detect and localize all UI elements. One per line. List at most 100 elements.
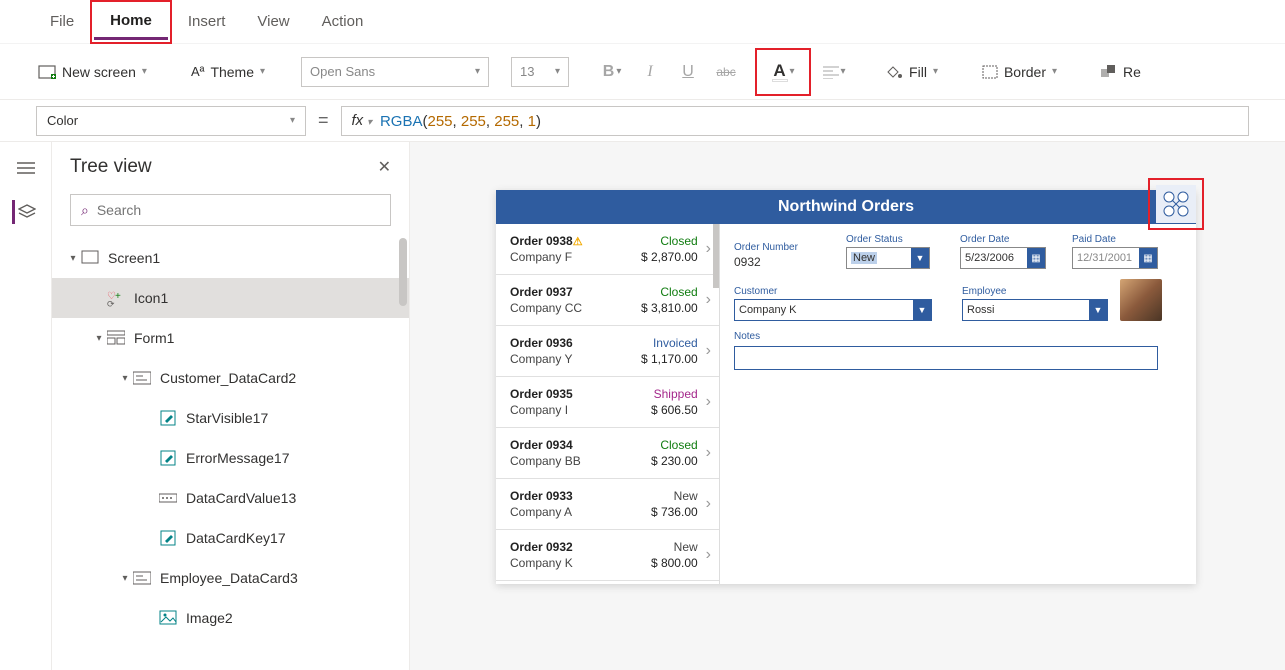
order-item[interactable]: Order 0938⚠Company FClosed$ 2,870.00› (496, 224, 719, 275)
chevron-right-icon: › (706, 546, 711, 564)
expand-icon[interactable]: ▾ (92, 333, 106, 344)
fill-button[interactable]: Fill ▾ (877, 60, 946, 84)
chevron-right-icon: › (706, 342, 711, 360)
order-company: Company BB (510, 454, 581, 468)
order-date-input[interactable]: 5/23/2006 ▦ (960, 247, 1046, 269)
tree-node-employee_datacard3[interactable]: ▾ Employee_DataCard3 (52, 558, 409, 598)
menu-insert[interactable]: Insert (172, 5, 242, 38)
strike-button[interactable]: abc (711, 57, 741, 87)
calendar-icon: ▦ (1139, 248, 1157, 268)
tree-title: Tree view (70, 156, 152, 178)
menu-view[interactable]: View (241, 5, 305, 38)
close-button[interactable]: ✕ (378, 157, 391, 177)
order-company: Company CC (510, 301, 582, 315)
border-icon (982, 65, 998, 79)
svg-text:+: + (115, 291, 121, 302)
order-item[interactable]: Order 0936Company YInvoiced$ 1,170.00› (496, 326, 719, 377)
tree-node-screen1[interactable]: ▾ Screen1 (52, 238, 409, 278)
expand-icon[interactable]: ▾ (118, 573, 132, 584)
menu-file[interactable]: File (34, 5, 90, 38)
chevron-down-icon: ▾ (142, 66, 147, 77)
icon1-control[interactable] (1156, 185, 1196, 223)
paid-date-label: Paid Date (1072, 234, 1158, 245)
font-select[interactable]: Open Sans ▾ (301, 57, 489, 87)
tree-node-customer_datacard2[interactable]: ▾Customer_DataCard2 (52, 358, 409, 398)
tree-node-errormessage17[interactable]: ErrorMessage17 (52, 438, 409, 478)
tree-view-button[interactable] (12, 200, 36, 224)
tree-node-icon1[interactable]: ♡+⟳Icon1 (52, 278, 409, 318)
tree-node-datacardvalue13[interactable]: DataCardValue13 (52, 478, 409, 518)
tree-label: Screen1 (108, 250, 160, 266)
border-button[interactable]: Border ▾ (974, 60, 1065, 84)
font-size-select[interactable]: 13 ▾ (511, 57, 569, 87)
order-name: Order 0934 (510, 438, 581, 452)
new-screen-button[interactable]: New screen ▾ (30, 60, 155, 84)
search-input[interactable] (97, 202, 380, 218)
order-item[interactable]: Order 0934Company BBClosed$ 230.00› (496, 428, 719, 479)
chevron-down-icon: ▾ (260, 66, 265, 77)
expand-icon[interactable]: ▾ (66, 253, 80, 264)
customer-combo[interactable]: Company K ▼ (734, 299, 932, 321)
order-list[interactable]: Order 0938⚠Company FClosed$ 2,870.00›Ord… (496, 224, 720, 584)
paid-date-input[interactable]: 12/31/2001 ▦ (1072, 247, 1158, 269)
underline-button[interactable]: U (673, 57, 703, 87)
tree-search[interactable]: ⌕ (70, 194, 391, 226)
tree-body: ▾ Screen1 ♡+⟳Icon1 ▾ Form1 ▾Customer_DataCard… (52, 238, 409, 670)
order-price: $ 230.00 (651, 454, 698, 468)
order-item[interactable]: Order 0932Company KNew$ 800.00› (496, 530, 719, 581)
tree-label: Employee_DataCard3 (160, 570, 298, 586)
order-status: Shipped (654, 387, 698, 401)
tree-panel: Tree view ✕ ⌕ ▾ Screen1 ♡+⟳Icon1 ▾ Form1 ▾Cus… (52, 142, 410, 670)
menu-home[interactable]: Home (94, 4, 168, 40)
edit-icon (158, 448, 178, 468)
tree-node-form1[interactable]: ▾ Form1 (52, 318, 409, 358)
notes-input[interactable] (734, 346, 1158, 370)
reorder-label: Re (1123, 64, 1141, 80)
tree-node-image2[interactable]: Image2 (52, 598, 409, 638)
order-price: $ 736.00 (651, 505, 698, 519)
hamburger-button[interactable] (14, 156, 38, 180)
icongroup-icon: ♡+⟳ (106, 288, 126, 308)
chevron-down-icon: ▼ (911, 248, 929, 268)
list-scrollbar[interactable] (713, 224, 719, 288)
bold-button[interactable]: B▾ (597, 57, 627, 87)
tree-label: Form1 (134, 330, 174, 346)
tree-node-starvisible17[interactable]: StarVisible17 (52, 398, 409, 438)
chevron-right-icon: › (706, 495, 711, 513)
card-icon (132, 368, 152, 388)
left-rail (0, 142, 52, 670)
italic-button[interactable]: I (635, 57, 665, 87)
card-icon (132, 568, 152, 588)
scrollbar-thumb[interactable] (399, 238, 407, 306)
theme-button[interactable]: Aª Theme ▾ (183, 60, 273, 84)
order-item[interactable]: Order 0937Company CCClosed$ 3,810.00› (496, 275, 719, 326)
order-status: Closed (660, 438, 697, 452)
formula-input[interactable]: fx ▾ RGBA(255, 255, 255, 1) (341, 106, 1249, 136)
font-color-button[interactable]: A ▾ (768, 57, 798, 87)
property-value: Color (47, 113, 78, 128)
menu-action[interactable]: Action (306, 5, 380, 38)
order-name: Order 0937 (510, 285, 582, 299)
font-size-value: 13 (520, 64, 534, 79)
order-item[interactable]: Order 0935Company IShipped$ 606.50› (496, 377, 719, 428)
layers-icon (18, 204, 36, 220)
order-name: Order 0938⚠ (510, 234, 583, 248)
order-status-combo[interactable]: New ▼ (846, 247, 930, 269)
chevron-down-icon: ▼ (913, 300, 931, 320)
order-item[interactable]: Order 0933Company ANew$ 736.00› (496, 479, 719, 530)
canvas[interactable]: Northwind Orders Order 0938⚠Company FClo… (410, 142, 1285, 670)
search-icon: ⌕ (81, 202, 89, 219)
app-body: Order 0938⚠Company FClosed$ 2,870.00›Ord… (496, 224, 1196, 584)
chevron-down-icon: ▾ (933, 66, 938, 77)
chevron-down-icon: ▾ (1052, 66, 1057, 77)
employee-combo[interactable]: Rossi ▼ (962, 299, 1108, 321)
employee-avatar (1120, 279, 1162, 321)
align-button[interactable]: ▾ (819, 57, 849, 87)
order-name: Order 0932 (510, 540, 573, 554)
reorder-button[interactable]: Re (1093, 60, 1149, 84)
warning-icon: ⚠ (573, 236, 583, 248)
property-select[interactable]: Color ▾ (36, 106, 306, 136)
tree-node-datacardkey17[interactable]: DataCardKey17 (52, 518, 409, 558)
order-company: Company I (510, 403, 573, 417)
expand-icon[interactable]: ▾ (118, 373, 132, 384)
